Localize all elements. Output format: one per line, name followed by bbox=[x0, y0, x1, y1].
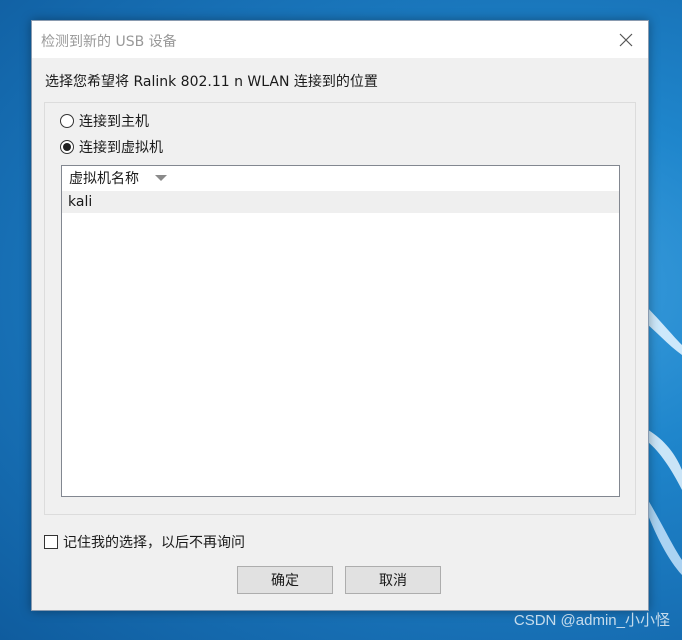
vm-list-item[interactable]: kali bbox=[62, 191, 619, 213]
connection-prompt: 选择您希望将 Ralink 802.11 n WLAN 连接到的位置 bbox=[45, 74, 378, 90]
option-connect-host[interactable]: 连接到主机 bbox=[60, 111, 149, 131]
watermark: CSDN @admin_小小怪 bbox=[513, 612, 670, 629]
remember-checkbox[interactable] bbox=[44, 535, 58, 549]
vm-list-header[interactable]: 虚拟机名称 bbox=[62, 166, 619, 190]
title-bar: 检测到新的 USB 设备 bbox=[32, 21, 648, 58]
vm-name: kali bbox=[68, 194, 93, 210]
radio-vm[interactable] bbox=[60, 140, 74, 154]
connection-options-group: 连接到主机 连接到虚拟机 虚拟机名称 kali bbox=[44, 102, 636, 515]
cancel-button[interactable]: 取消 bbox=[345, 566, 441, 594]
option-vm-label: 连接到虚拟机 bbox=[79, 140, 163, 156]
close-icon bbox=[619, 33, 633, 47]
radio-host[interactable] bbox=[60, 114, 74, 128]
remember-label: 记住我的选择，以后不再询问 bbox=[63, 535, 245, 551]
ok-button[interactable]: 确定 bbox=[237, 566, 333, 594]
usb-device-dialog: 检测到新的 USB 设备 选择您希望将 Ralink 802.11 n WLAN… bbox=[31, 20, 649, 611]
sort-down-icon bbox=[155, 175, 167, 181]
vm-name-column-header: 虚拟机名称 bbox=[69, 171, 139, 187]
close-button[interactable] bbox=[616, 30, 636, 50]
dialog-title: 检测到新的 USB 设备 bbox=[41, 34, 177, 50]
option-connect-vm[interactable]: 连接到虚拟机 bbox=[60, 137, 163, 157]
remember-choice[interactable]: 记住我的选择，以后不再询问 bbox=[44, 532, 245, 552]
option-host-label: 连接到主机 bbox=[79, 114, 149, 130]
vm-list[interactable]: 虚拟机名称 kali bbox=[61, 165, 620, 497]
